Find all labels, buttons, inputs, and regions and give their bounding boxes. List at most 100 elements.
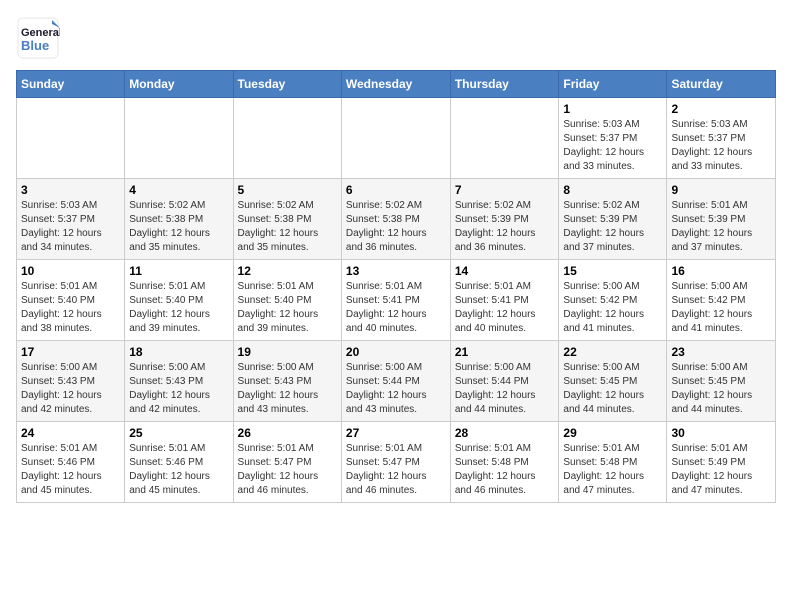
day-info: Sunrise: 5:02 AM Sunset: 5:38 PM Dayligh… [129, 199, 228, 255]
svg-text:Blue: Blue [21, 38, 49, 53]
day-number: 2 [671, 102, 771, 116]
day-number: 5 [238, 183, 337, 197]
day-number: 22 [563, 345, 662, 359]
day-number: 10 [21, 264, 120, 278]
calendar-cell: 19Sunrise: 5:00 AM Sunset: 5:43 PM Dayli… [233, 341, 341, 422]
calendar-cell: 24Sunrise: 5:01 AM Sunset: 5:46 PM Dayli… [17, 422, 125, 503]
calendar-cell: 13 Sunrise: 5:01 AM Sunset: 5:41 PM Dayli… [341, 260, 450, 341]
day-number: 13 [346, 264, 446, 278]
day-info: Sunrise: 5:02 AM Sunset: 5:38 PM Dayligh… [238, 199, 337, 255]
day-number: 30 [671, 426, 771, 440]
calendar-cell: 25Sunrise: 5:01 AM Sunset: 5:46 PM Dayli… [125, 422, 233, 503]
day-number: 15 [563, 264, 662, 278]
calendar-week-row: 17 Sunrise: 5:00 AM Sunset: 5:43 PM Dayli… [17, 341, 776, 422]
day-number: 3 [21, 183, 120, 197]
calendar-cell [233, 98, 341, 179]
day-info: Sunrise: 5:00 AM Sunset: 5:45 PM Dayligh… [671, 361, 771, 417]
calendar-cell: 28Sunrise: 5:01 AM Sunset: 5:48 PM Dayli… [450, 422, 559, 503]
day-info: Sunrise: 5:02 AM Sunset: 5:39 PM Dayligh… [455, 199, 555, 255]
day-info: Sunrise: 5:01 AM Sunset: 5:47 PM Dayligh… [346, 442, 446, 498]
weekday-header: Saturday [667, 71, 776, 98]
day-info: Sunrise: 5:02 AM Sunset: 5:38 PM Dayligh… [346, 199, 446, 255]
day-info: Sunrise: 5:00 AM Sunset: 5:44 PM Dayligh… [346, 361, 446, 417]
day-info: Sunrise: 5:01 AM Sunset: 5:40 PM Dayligh… [238, 280, 337, 336]
calendar-cell: 4 Sunrise: 5:02 AM Sunset: 5:38 PM Daylig… [125, 179, 233, 260]
day-info: Sunrise: 5:00 AM Sunset: 5:42 PM Dayligh… [563, 280, 662, 336]
calendar-cell: 14 Sunrise: 5:01 AM Sunset: 5:41 PM Dayli… [450, 260, 559, 341]
day-info: Sunrise: 5:01 AM Sunset: 5:39 PM Dayligh… [671, 199, 771, 255]
day-number: 26 [238, 426, 337, 440]
day-info: Sunrise: 5:00 AM Sunset: 5:44 PM Dayligh… [455, 361, 555, 417]
day-info: Sunrise: 5:01 AM Sunset: 5:48 PM Dayligh… [563, 442, 662, 498]
day-number: 1 [563, 102, 662, 116]
day-number: 11 [129, 264, 228, 278]
day-info: Sunrise: 5:00 AM Sunset: 5:43 PM Dayligh… [238, 361, 337, 417]
calendar-cell: 27 Sunrise: 5:01 AM Sunset: 5:47 PM Dayli… [341, 422, 450, 503]
calendar-cell [341, 98, 450, 179]
day-number: 7 [455, 183, 555, 197]
day-number: 20 [346, 345, 446, 359]
day-number: 8 [563, 183, 662, 197]
calendar-cell: 18 Sunrise: 5:00 AM Sunset: 5:43 PM Dayli… [125, 341, 233, 422]
calendar-table: SundayMondayTuesdayWednesdayThursdayFrid… [16, 70, 776, 503]
day-number: 6 [346, 183, 446, 197]
day-number: 12 [238, 264, 337, 278]
calendar-cell: 3 Sunrise: 5:03 AM Sunset: 5:37 PM Daylig… [17, 179, 125, 260]
day-number: 9 [671, 183, 771, 197]
calendar-cell: 16Sunrise: 5:00 AM Sunset: 5:42 PM Dayli… [667, 260, 776, 341]
calendar-cell: 5 Sunrise: 5:02 AM Sunset: 5:38 PM Daylig… [233, 179, 341, 260]
day-info: Sunrise: 5:01 AM Sunset: 5:47 PM Dayligh… [238, 442, 337, 498]
weekday-header: Tuesday [233, 71, 341, 98]
day-number: 21 [455, 345, 555, 359]
day-info: Sunrise: 5:00 AM Sunset: 5:43 PM Dayligh… [21, 361, 120, 417]
day-info: Sunrise: 5:03 AM Sunset: 5:37 PM Dayligh… [671, 118, 771, 174]
calendar-week-row: 1 Sunrise: 5:03 AM Sunset: 5:37 PM Daylig… [17, 98, 776, 179]
day-number: 17 [21, 345, 120, 359]
day-info: Sunrise: 5:02 AM Sunset: 5:39 PM Dayligh… [563, 199, 662, 255]
day-info: Sunrise: 5:03 AM Sunset: 5:37 PM Dayligh… [21, 199, 120, 255]
calendar-cell: 10 Sunrise: 5:01 AM Sunset: 5:40 PM Dayli… [17, 260, 125, 341]
calendar-week-row: 10 Sunrise: 5:01 AM Sunset: 5:40 PM Dayli… [17, 260, 776, 341]
weekday-header: Sunday [17, 71, 125, 98]
calendar-week-row: 3 Sunrise: 5:03 AM Sunset: 5:37 PM Daylig… [17, 179, 776, 260]
weekday-header: Thursday [450, 71, 559, 98]
day-number: 23 [671, 345, 771, 359]
day-number: 28 [455, 426, 555, 440]
day-info: Sunrise: 5:03 AM Sunset: 5:37 PM Dayligh… [563, 118, 662, 174]
day-info: Sunrise: 5:00 AM Sunset: 5:42 PM Dayligh… [671, 280, 771, 336]
calendar-cell: 9 Sunrise: 5:01 AM Sunset: 5:39 PM Daylig… [667, 179, 776, 260]
calendar-cell: 6 Sunrise: 5:02 AM Sunset: 5:38 PM Daylig… [341, 179, 450, 260]
calendar-cell: 30Sunrise: 5:01 AM Sunset: 5:49 PM Dayli… [667, 422, 776, 503]
weekday-header-row: SundayMondayTuesdayWednesdayThursdayFrid… [17, 71, 776, 98]
calendar-cell: 29Sunrise: 5:01 AM Sunset: 5:48 PM Dayli… [559, 422, 667, 503]
day-info: Sunrise: 5:01 AM Sunset: 5:41 PM Dayligh… [346, 280, 446, 336]
calendar-cell: 23 Sunrise: 5:00 AM Sunset: 5:45 PM Dayli… [667, 341, 776, 422]
weekday-header: Wednesday [341, 71, 450, 98]
calendar-cell: 2 Sunrise: 5:03 AM Sunset: 5:37 PM Daylig… [667, 98, 776, 179]
day-number: 4 [129, 183, 228, 197]
calendar-cell [17, 98, 125, 179]
day-info: Sunrise: 5:01 AM Sunset: 5:46 PM Dayligh… [21, 442, 120, 498]
calendar-cell: 11 Sunrise: 5:01 AM Sunset: 5:40 PM Dayli… [125, 260, 233, 341]
calendar-cell: 26 Sunrise: 5:01 AM Sunset: 5:47 PM Dayli… [233, 422, 341, 503]
day-number: 27 [346, 426, 446, 440]
calendar-cell: 8 Sunrise: 5:02 AM Sunset: 5:39 PM Daylig… [559, 179, 667, 260]
calendar-cell [125, 98, 233, 179]
calendar-cell: 22 Sunrise: 5:00 AM Sunset: 5:45 PM Dayli… [559, 341, 667, 422]
day-info: Sunrise: 5:00 AM Sunset: 5:45 PM Dayligh… [563, 361, 662, 417]
calendar-cell: 1 Sunrise: 5:03 AM Sunset: 5:37 PM Daylig… [559, 98, 667, 179]
day-number: 14 [455, 264, 555, 278]
weekday-header: Monday [125, 71, 233, 98]
logo-svg: General Blue [16, 16, 60, 60]
day-info: Sunrise: 5:01 AM Sunset: 5:40 PM Dayligh… [21, 280, 120, 336]
day-info: Sunrise: 5:01 AM Sunset: 5:40 PM Dayligh… [129, 280, 228, 336]
calendar-cell [450, 98, 559, 179]
calendar-cell: 7 Sunrise: 5:02 AM Sunset: 5:39 PM Daylig… [450, 179, 559, 260]
day-number: 18 [129, 345, 228, 359]
day-info: Sunrise: 5:01 AM Sunset: 5:46 PM Dayligh… [129, 442, 228, 498]
calendar-cell: 17 Sunrise: 5:00 AM Sunset: 5:43 PM Dayli… [17, 341, 125, 422]
calendar-cell: 21 Sunrise: 5:00 AM Sunset: 5:44 PM Dayli… [450, 341, 559, 422]
day-info: Sunrise: 5:01 AM Sunset: 5:41 PM Dayligh… [455, 280, 555, 336]
calendar-cell: 20 Sunrise: 5:00 AM Sunset: 5:44 PM Dayli… [341, 341, 450, 422]
day-info: Sunrise: 5:00 AM Sunset: 5:43 PM Dayligh… [129, 361, 228, 417]
